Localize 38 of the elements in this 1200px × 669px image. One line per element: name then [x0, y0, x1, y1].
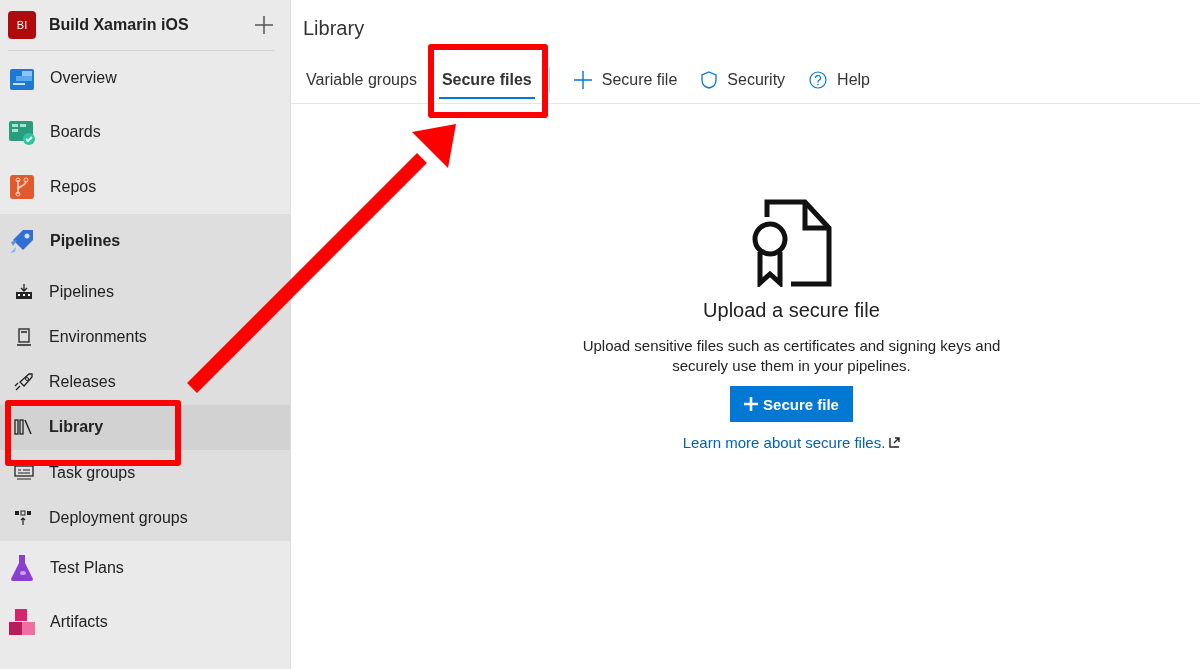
nav-item[interactable]: Test Plans: [0, 540, 290, 595]
certificate-file-icon: [750, 199, 833, 287]
external-link-icon: [889, 437, 901, 448]
nav-subitem[interactable]: Releases: [0, 359, 290, 405]
nav-subitem[interactable]: Library: [0, 404, 290, 451]
nav-item[interactable]: Boards: [0, 105, 290, 160]
page-title: Library: [303, 17, 366, 40]
learn-more-link[interactable]: Learn more about secure files.: [682, 434, 901, 451]
toolbar-button[interactable]: Help: [797, 70, 882, 89]
nav-subitem[interactable]: Environments: [0, 314, 290, 360]
nav-subitem[interactable]: Pipelines: [0, 268, 290, 315]
tab[interactable]: Secure files: [438, 60, 535, 99]
nav-subitem[interactable]: Deployment groups: [0, 495, 290, 541]
monitor-icon: [13, 464, 35, 481]
flask-icon: [8, 553, 36, 582]
nav-item[interactable]: Repos: [0, 159, 290, 214]
tab[interactable]: Variable groups: [303, 56, 427, 103]
books-icon: [13, 419, 35, 436]
add-secure-file-button[interactable]: Secure file: [730, 386, 853, 422]
toolbar-button[interactable]: Secure file: [561, 70, 690, 89]
empty-state-description: Upload sensitive files such as certificates and signing keys and securely use them in your pipelines.: [581, 336, 1002, 376]
add-icon[interactable]: [254, 15, 274, 35]
boxes-icon: [8, 608, 36, 637]
boards-icon: [8, 118, 36, 147]
help-icon: [809, 70, 828, 89]
nav-item[interactable]: Pipelines: [0, 213, 290, 269]
plus-icon: [744, 397, 759, 411]
project-name[interactable]: Build Xamarin iOS: [49, 16, 241, 34]
plus-icon: [573, 70, 592, 89]
shield-icon: [701, 70, 718, 89]
toolbar-button[interactable]: Security: [689, 70, 798, 89]
nav-item[interactable]: Overview: [0, 51, 290, 106]
repos-icon: [8, 173, 36, 200]
empty-state-title: Upload a secure file: [703, 299, 880, 322]
project-avatar: BI: [8, 11, 36, 39]
pipeline-icon: [13, 283, 35, 300]
nav-subitem[interactable]: Task groups: [0, 450, 290, 496]
nav-item[interactable]: Artifacts: [0, 594, 290, 650]
